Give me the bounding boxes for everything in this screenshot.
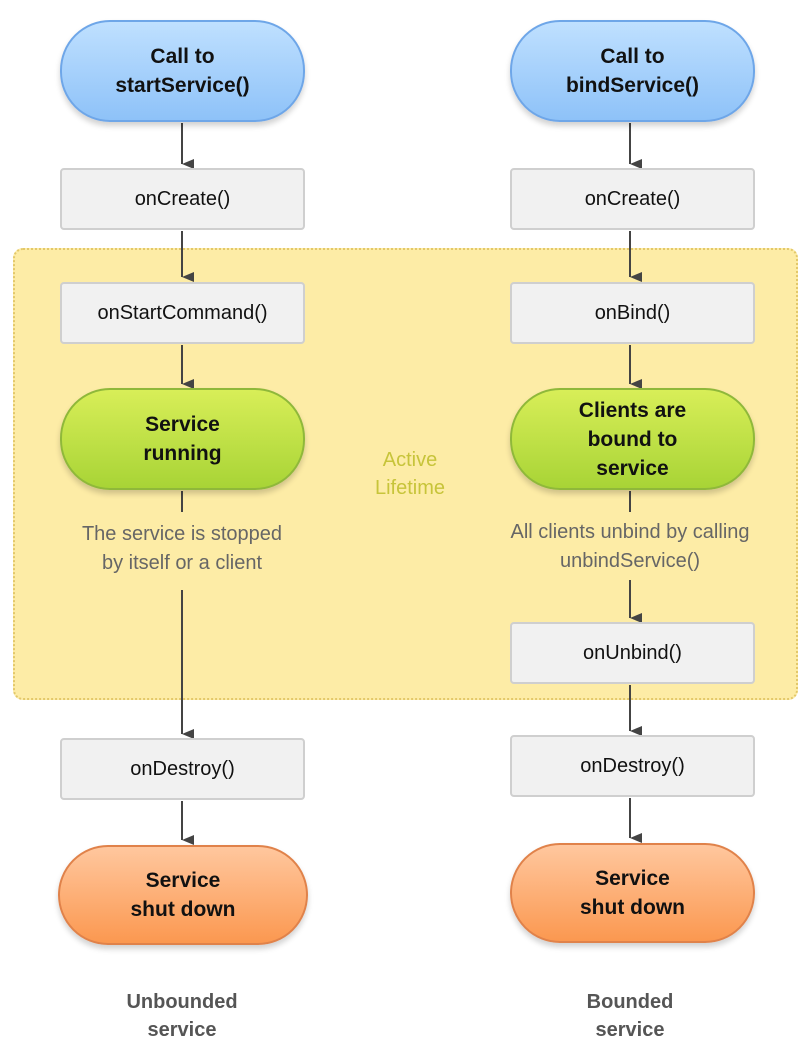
stop-note: The service is stopped by itself or a cl…	[22, 520, 342, 578]
service-shut-down-node: Service shut down	[510, 843, 755, 943]
node-label: shut down	[580, 896, 685, 919]
clients-bound-node: Clients are bound to service	[510, 388, 755, 490]
node-label: bound to	[587, 427, 678, 451]
node-label: Call to	[600, 45, 665, 68]
node-label: startService()	[115, 74, 250, 97]
on-start-command-box: onStartCommand()	[60, 282, 305, 344]
node-label: Call to	[150, 45, 215, 68]
node-label: Service	[595, 867, 670, 890]
call-start-service-node: Call to startService()	[60, 20, 305, 122]
node-label: service	[596, 456, 669, 480]
node-label: running	[143, 442, 222, 465]
label-line: Lifetime	[374, 477, 446, 499]
unbounded-caption: Unbounded service	[82, 988, 282, 1044]
note-line: unbindService()	[559, 550, 701, 572]
call-bind-service-node: Call to bindService()	[510, 20, 755, 122]
on-destroy-box: onDestroy()	[60, 738, 305, 800]
caption-line: service	[595, 1019, 665, 1041]
note-line: by itself or a client	[101, 552, 263, 574]
bounded-caption: Bounded service	[530, 988, 730, 1044]
node-label: Service	[145, 413, 220, 436]
node-label: bindService()	[565, 74, 700, 97]
on-unbind-box: onUnbind()	[510, 622, 755, 684]
on-destroy-box: onDestroy()	[510, 735, 755, 797]
on-create-box: onCreate()	[60, 168, 305, 230]
active-lifetime-label: Active Lifetime	[340, 446, 480, 502]
caption-line: Unbounded	[126, 991, 238, 1013]
on-create-box: onCreate()	[510, 168, 755, 230]
label-line: Active	[382, 449, 438, 471]
node-label: Clients are	[578, 398, 687, 422]
on-bind-box: onBind()	[510, 282, 755, 344]
note-line: All clients unbind by calling	[510, 521, 750, 543]
unbind-note: All clients unbind by calling unbindServ…	[460, 518, 800, 576]
caption-line: service	[147, 1019, 217, 1041]
caption-line: Bounded	[586, 991, 674, 1013]
node-label: shut down	[130, 898, 236, 921]
service-shut-down-node: Service shut down	[58, 845, 308, 945]
note-line: The service is stopped	[81, 523, 283, 545]
node-label: Service	[145, 869, 221, 892]
service-running-node: Service running	[60, 388, 305, 490]
